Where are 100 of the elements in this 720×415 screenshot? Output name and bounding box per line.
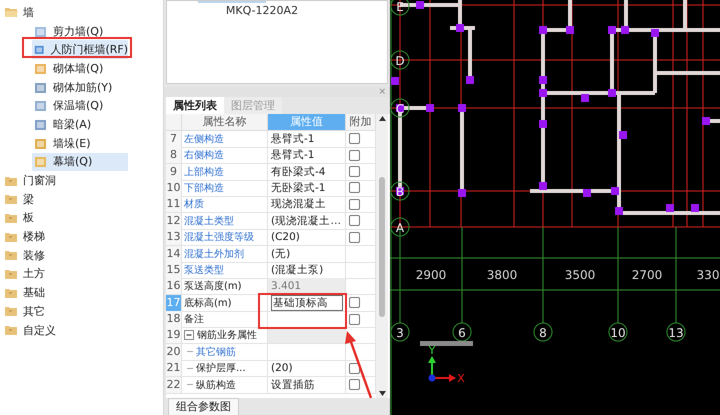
tree-folder[interactable]: 基础 — [0, 283, 163, 302]
checkbox[interactable] — [349, 150, 360, 161]
scroll-down-icon[interactable] — [378, 391, 386, 396]
property-name: 泵送高度(m) — [184, 280, 242, 294]
property-name: 钢筋业务属性 — [197, 328, 257, 342]
property-name: 其它钢筋 — [196, 346, 236, 359]
tree-folder[interactable]: 梁 — [0, 190, 163, 209]
row-number: 8 — [166, 147, 182, 164]
tree-folder[interactable]: 墙 — [0, 3, 163, 22]
checkbox[interactable] — [349, 182, 360, 194]
property-name: 底标高(m) — [184, 296, 232, 310]
row-number: 7 — [166, 130, 182, 148]
property-name: 材质 — [184, 198, 204, 212]
property-name: 保护层厚... — [196, 362, 246, 376]
checkbox[interactable] — [349, 166, 360, 178]
tree-folder[interactable]: 楼梯 — [0, 227, 163, 246]
row-number: 10 — [166, 180, 182, 197]
property-value: (无) — [271, 246, 290, 261]
property-name: 纵筋构造 — [196, 378, 236, 392]
tree-item[interactable]: 幕墙(Q) — [32, 152, 128, 172]
checkbox[interactable] — [349, 379, 360, 390]
row-number: 20 — [166, 344, 182, 361]
checkbox[interactable] — [349, 215, 360, 226]
scrollbar-thumb[interactable] — [379, 176, 385, 317]
coordinate-axes-icon — [428, 356, 456, 382]
dimension-label: 2700 — [632, 268, 662, 282]
property-value: (C20) — [271, 231, 300, 244]
checkbox[interactable] — [349, 198, 360, 210]
axis-bar — [420, 341, 473, 346]
collapse-icon[interactable] — [184, 330, 194, 340]
wall-component-icon — [34, 136, 47, 150]
row-number: 22 — [166, 376, 182, 394]
wall-component-icon — [34, 118, 47, 131]
property-value: 现浇混凝土 — [271, 197, 326, 212]
dimension-label: 2900 — [416, 268, 446, 282]
tree-folder[interactable]: 其它 — [0, 302, 163, 321]
tree-item[interactable]: 墙垛(E) — [32, 134, 128, 152]
tree-item[interactable]: 保温墙(Q) — [32, 96, 128, 116]
property-value: 有卧梁式-4 — [271, 164, 326, 179]
wall-component-icon — [34, 99, 47, 112]
property-value: 悬臂式-1 — [271, 148, 314, 162]
dimension-label: 3500 — [564, 268, 596, 282]
tree-folder[interactable]: 自定义 — [0, 320, 163, 340]
row-number: 19 — [166, 327, 182, 344]
scrollbar[interactable] — [376, 114, 388, 398]
row-number: 18 — [166, 311, 182, 328]
tab[interactable]: 属性列表 — [166, 96, 224, 114]
tree-folder[interactable]: 板 — [0, 208, 163, 228]
row-number: 13 — [166, 229, 182, 246]
ellipsis-button[interactable]: ... — [330, 214, 341, 228]
wall-component-icon — [34, 80, 47, 94]
property-name: 混凝土类型 — [184, 214, 234, 228]
row-number: 11 — [166, 196, 182, 214]
tree-folder[interactable]: 装修 — [0, 246, 163, 265]
property-value: 悬臂式-1 — [271, 132, 314, 146]
property-value: 3.401 — [271, 280, 302, 292]
property-value: (20) — [271, 362, 293, 374]
checkbox[interactable] — [349, 232, 360, 243]
column-header: 属性值 — [268, 114, 346, 131]
property-name: 备注 — [184, 312, 204, 326]
checkbox[interactable] — [349, 362, 360, 374]
axis-bubble: 6 — [452, 322, 472, 342]
checkbox[interactable] — [349, 297, 360, 308]
property-name: 左侧构造 — [184, 132, 224, 146]
tree-item[interactable]: 暗梁(A) — [32, 115, 128, 134]
tree-folder[interactable]: 门窗洞 — [0, 171, 163, 190]
dimension-label: 3800 — [486, 268, 518, 282]
arrow-annotation — [345, 331, 372, 398]
tree-item[interactable]: 剪力墙(Q) — [32, 22, 128, 40]
row-number: 21 — [166, 360, 182, 378]
property-name: 上部构造 — [184, 166, 224, 179]
axis-letter: Y — [428, 344, 436, 357]
dimension-label: 330 — [696, 268, 720, 282]
property-name: 下部构造 — [184, 182, 224, 195]
tree-folder[interactable]: 土方 — [0, 264, 163, 284]
tree-item[interactable]: 砌体加筋(Y) — [32, 78, 128, 96]
row-number: 16 — [166, 278, 182, 296]
property-name: 混凝土强度等级 — [184, 230, 254, 244]
wall-component-icon — [34, 62, 47, 75]
property-value: 设置插筋 — [271, 378, 315, 392]
column-header: 附加 — [346, 114, 376, 131]
axis-letter: X — [457, 372, 465, 385]
axis-bubble: 3 — [390, 322, 410, 342]
tree-item[interactable]: 砌体墙(Q) — [32, 59, 128, 78]
property-name: 泵送类型 — [184, 264, 224, 277]
scroll-up-icon[interactable] — [378, 116, 386, 121]
checkbox[interactable] — [349, 314, 360, 325]
axis-bubble: 13 — [666, 322, 686, 342]
tab[interactable]: 组合参数图 — [168, 398, 239, 415]
checkbox[interactable] — [349, 133, 360, 144]
property-value: 无卧梁式-1 — [271, 180, 326, 195]
property-name: 右侧构造 — [184, 148, 224, 162]
preview-caption: MKQ-1220A2 — [226, 4, 298, 18]
row-number: 12 — [166, 212, 182, 230]
property-name: 混凝土外加剂 — [184, 248, 244, 261]
row-number: 14 — [166, 246, 182, 263]
axis-bubble: 8 — [534, 322, 552, 342]
value-input-field[interactable]: 基础顶标高 — [271, 294, 343, 311]
column-header: 属性名称 — [182, 114, 268, 131]
row-number: 9 — [166, 164, 182, 181]
